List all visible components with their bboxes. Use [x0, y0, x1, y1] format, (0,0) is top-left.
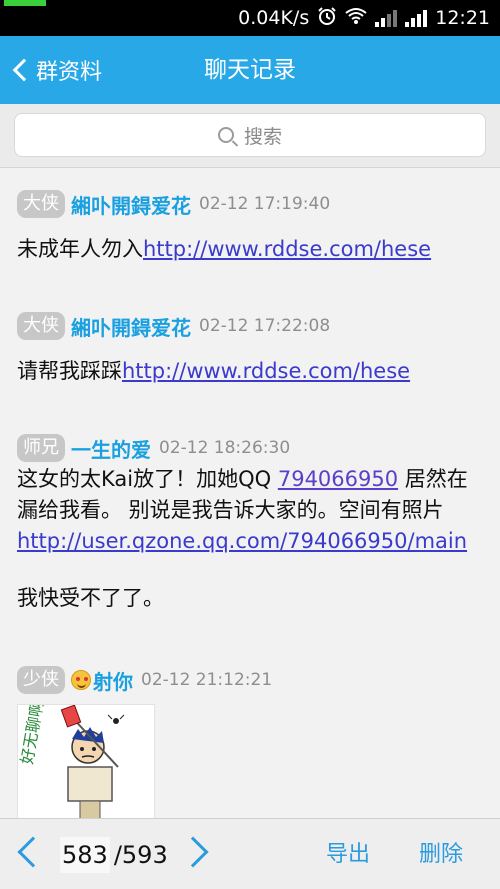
message-link[interactable]: http://www.rddse.com/hese — [122, 359, 410, 383]
wifi-icon — [345, 7, 367, 30]
message-time: 02-12 18:26:30 — [159, 438, 291, 458]
message-item[interactable]: 师兄 一生的爱 02-12 18:26:30 这女的太Kai放了！加她QQ 79… — [17, 432, 487, 614]
qq-number-link[interactable]: 794066950 — [278, 467, 398, 491]
signal-icon-2 — [405, 9, 428, 27]
message-time: 02-12 21:12:21 — [141, 670, 273, 690]
delete-button[interactable]: 删除 — [419, 819, 463, 889]
sender-name[interactable]: 緗卟開鍀爱花 — [71, 312, 191, 341]
message-text-3: 我快受不了了。 — [17, 586, 164, 610]
member-rank-badge: 大侠 — [17, 190, 65, 218]
message-body: 这女的太Kai放了！加她QQ 794066950 居然在漏给我看。 别说是我告诉… — [17, 464, 487, 614]
member-rank-badge: 大侠 — [17, 312, 65, 340]
sender-name[interactable]: 緗卟開鍀爱花 — [71, 190, 191, 219]
message-item[interactable]: 少侠 射你 02-12 21:12:21 好无聊啊 — [17, 664, 487, 818]
page-indicator: 583 /593 — [60, 819, 168, 889]
search-area: 搜索 — [0, 104, 500, 168]
search-icon — [217, 127, 234, 143]
status-icons: 0.04K/s 12:21 — [238, 0, 490, 36]
clock: 12:21 — [435, 7, 490, 29]
search-input[interactable]: 搜索 — [14, 113, 486, 157]
message-link[interactable]: http://user.qzone.qq.com/794066950/main — [17, 529, 467, 553]
message-text: 请帮我踩踩 — [17, 359, 122, 383]
message-list[interactable]: 大侠 緗卟開鍀爱花 02-12 17:19:40 未成年人勿入http://ww… — [0, 168, 500, 818]
member-rank-badge: 少侠 — [17, 666, 65, 694]
current-page-input[interactable]: 583 — [60, 836, 110, 873]
message-link[interactable]: http://www.rddse.com/hese — [143, 237, 431, 261]
signal-icon — [375, 9, 398, 27]
sender-name[interactable]: 射你 — [93, 666, 133, 695]
export-button[interactable]: 导出 — [326, 819, 370, 889]
search-placeholder: 搜索 — [243, 125, 282, 148]
message-body: 请帮我踩踩http://www.rddse.com/hese — [17, 356, 487, 387]
member-rank-badge: 师兄 — [17, 434, 65, 462]
message-item[interactable]: 大侠 緗卟開鍀爱花 02-12 17:22:08 请帮我踩踩http://www… — [17, 310, 487, 387]
alarm-icon — [317, 6, 337, 31]
net-speed: 0.04K/s — [238, 7, 310, 29]
message-time: 02-12 17:19:40 — [199, 194, 331, 214]
message-text: 未成年人勿入 — [17, 237, 143, 261]
sticker-image[interactable]: 好无聊啊 — [17, 704, 155, 818]
message-item[interactable]: 大侠 緗卟開鍀爱花 02-12 17:19:40 未成年人勿入http://ww… — [17, 188, 487, 265]
status-bar: 0.04K/s 12:21 — [0, 0, 500, 36]
emoji-face-icon — [71, 670, 91, 690]
message-text: 这女的太Kai放了！加她QQ — [17, 467, 278, 491]
sender-name[interactable]: 一生的爱 — [71, 434, 151, 463]
bored-character-icon: 好无聊啊 — [18, 705, 154, 818]
message-time: 02-12 17:22:08 — [199, 316, 331, 336]
prev-page-button[interactable] — [17, 836, 49, 868]
bottom-bar: 583 /593 导出 删除 — [0, 818, 500, 889]
total-pages: /593 — [113, 840, 168, 869]
title-bar: 群资料 聊天记录 — [0, 36, 500, 104]
notification-indicator — [4, 0, 46, 6]
next-page-button[interactable] — [177, 836, 209, 868]
message-body: 未成年人勿入http://www.rddse.com/hese — [17, 234, 487, 265]
page-title: 聊天记录 — [204, 57, 296, 83]
